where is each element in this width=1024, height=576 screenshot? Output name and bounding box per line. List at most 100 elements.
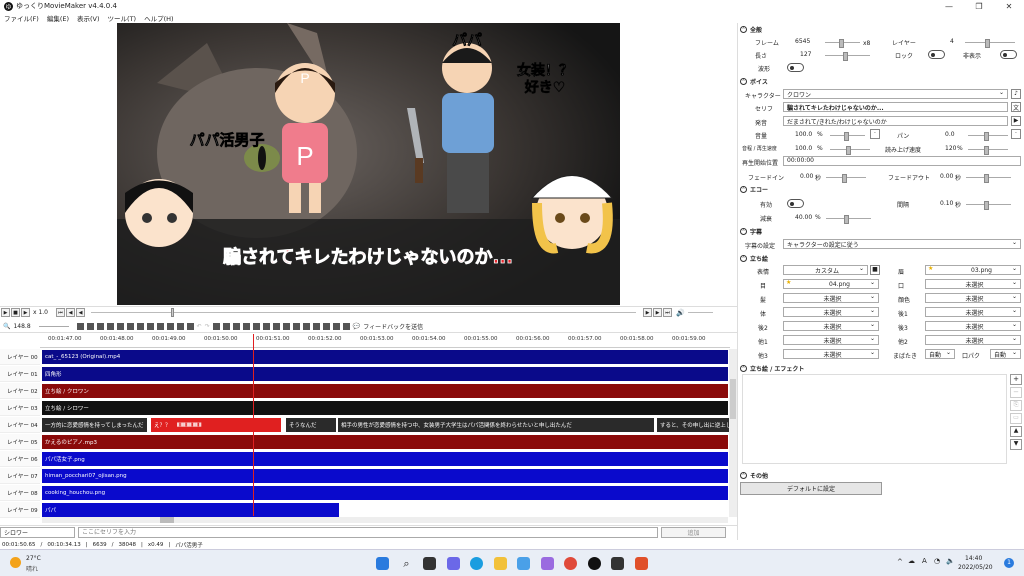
explorer-icon[interactable] xyxy=(494,557,507,570)
voice-play-icon[interactable]: ▶ xyxy=(1011,116,1021,126)
track-video[interactable]: cat_-_65123 (Original).mp4 xyxy=(42,350,728,364)
layer-label[interactable]: レイヤー 05 xyxy=(0,434,40,450)
music-icon[interactable] xyxy=(106,322,114,330)
hide-toggle[interactable] xyxy=(1000,50,1017,59)
track-voice-selected[interactable]: え？？ ▮▯▮▮▯▮▮▯▮▮▯▮ xyxy=(151,418,281,432)
volume-prop-slider[interactable] xyxy=(830,132,865,141)
pan-menu-icon[interactable]: · xyxy=(1011,129,1021,139)
prev-frame-icon[interactable]: ◀ xyxy=(76,308,85,317)
pan-slider[interactable] xyxy=(968,132,1008,141)
film-icon[interactable] xyxy=(611,557,624,570)
volume-icon[interactable]: 🔊 xyxy=(676,309,685,317)
frame-value[interactable]: 6545 xyxy=(795,38,810,45)
fadein-value[interactable]: 0.00 xyxy=(800,173,813,180)
timeline-vscroll[interactable] xyxy=(729,349,737,517)
layer-slider[interactable] xyxy=(965,39,1015,48)
grid-icon[interactable] xyxy=(322,322,330,330)
seek-bar[interactable] xyxy=(91,308,636,317)
next-icon[interactable]: ▶ xyxy=(653,308,662,317)
section-other[interactable]: ⌃ その他 xyxy=(740,471,768,480)
pron-field[interactable]: だまされて/きれた/わけじゃないのか xyxy=(783,116,1008,126)
back3-combo[interactable]: 未選択 xyxy=(925,321,1021,331)
maximize-icon[interactable]: ❐ xyxy=(964,0,994,12)
weather-icon[interactable] xyxy=(10,557,21,568)
layer-label[interactable]: レイヤー 07 xyxy=(0,468,40,484)
paste-icon[interactable] xyxy=(232,322,240,330)
align-icon[interactable] xyxy=(262,322,270,330)
taskview-icon[interactable] xyxy=(423,557,436,570)
track-shape[interactable]: 四角形 xyxy=(42,367,728,381)
text-icon[interactable] xyxy=(76,322,84,330)
eye-star-icon[interactable]: ★ xyxy=(786,279,791,286)
echo-interval-value[interactable]: 0.10 xyxy=(940,200,953,207)
track-tachie-kurowan[interactable]: 立ち絵 / クロワン xyxy=(42,384,728,398)
track-voice[interactable]: 相手の男性が恋愛感情を持つ中、女装男子大学生はパパ活関係を終わらせたいと申し出た… xyxy=(338,418,654,432)
cloud-icon[interactable]: ☁ xyxy=(908,557,915,565)
track-voice[interactable]: そうなんだ xyxy=(286,418,336,432)
copy-effect-icon[interactable]: ⎘ xyxy=(1010,400,1022,411)
play-icon[interactable]: ▶ xyxy=(1,308,10,317)
layer-prop-value[interactable]: 4 xyxy=(950,38,954,45)
brave-icon[interactable] xyxy=(635,557,648,570)
volume-slider[interactable] xyxy=(687,312,713,313)
track-image[interactable]: パパ活女子.png xyxy=(42,452,728,466)
ime-indicator[interactable]: A xyxy=(922,557,927,565)
track-tachie-shirowa[interactable]: 立ち絵 / シロワー xyxy=(42,401,728,415)
brow-star-icon[interactable]: ★ xyxy=(928,265,933,272)
back2-combo[interactable]: 未選択 xyxy=(783,321,879,331)
voice-icon[interactable] xyxy=(86,322,94,330)
start-icon[interactable] xyxy=(376,557,389,570)
search-icon[interactable]: ⌕ xyxy=(400,557,413,570)
serif-edit-icon[interactable]: 文 xyxy=(1011,102,1021,112)
group-icon[interactable] xyxy=(156,322,164,330)
mouth-combo[interactable]: 未選択 xyxy=(925,279,1021,289)
settings-icon[interactable] xyxy=(342,322,350,330)
echo-decay-value[interactable]: 40.00 xyxy=(795,214,812,221)
save-effect-icon[interactable]: ▭ xyxy=(1010,413,1022,424)
chrome-icon[interactable] xyxy=(564,557,577,570)
timeline-hscroll[interactable] xyxy=(42,517,728,523)
video-preview[interactable]: P P パパ活男子 パパ 女装！？好き♡ 騙されてキレたわけじゃないのか... xyxy=(117,23,620,305)
close-icon[interactable]: ✕ xyxy=(994,0,1024,12)
video-icon[interactable] xyxy=(96,322,104,330)
move-down-icon[interactable]: ▼ xyxy=(1010,439,1022,450)
add-effect-icon[interactable]: + xyxy=(1010,374,1022,385)
section-echo[interactable]: ⌃ エコー xyxy=(740,185,768,194)
body-combo[interactable]: 未選択 xyxy=(783,307,879,317)
layer-label[interactable]: レイヤー 08 xyxy=(0,485,40,501)
read-speed-value[interactable]: 120 xyxy=(945,145,956,152)
last-frame-icon[interactable]: ⏭ xyxy=(663,308,672,317)
menu-file[interactable]: ファイル(F) xyxy=(4,13,39,23)
delete-icon[interactable] xyxy=(242,322,250,330)
speaker-icon[interactable]: 🔈 xyxy=(946,557,955,565)
image-icon[interactable] xyxy=(116,322,124,330)
camera-icon[interactable] xyxy=(332,322,340,330)
character-combo[interactable]: クロワン xyxy=(783,89,1008,99)
time-ruler[interactable]: 00:01:47.00 00:01:48.00 00:01:49.00 00:0… xyxy=(40,334,730,348)
serif-field[interactable]: 騙されてキレたわけじゃないのか... xyxy=(783,102,1008,112)
pitch-value[interactable]: 100.0 xyxy=(795,145,812,152)
layer-label[interactable]: レイヤー 03 xyxy=(0,400,40,416)
folder-icon[interactable] xyxy=(312,322,320,330)
lock-toggle[interactable] xyxy=(928,50,945,59)
minimize-icon[interactable]: — xyxy=(934,0,964,12)
fadeout-slider[interactable] xyxy=(966,174,1011,183)
move-up-icon[interactable]: ▲ xyxy=(1010,426,1022,437)
chat-icon[interactable] xyxy=(447,557,460,570)
lock-icon[interactable] xyxy=(252,322,260,330)
length-value[interactable]: 127 xyxy=(800,51,811,58)
other3-combo[interactable]: 未選択 xyxy=(783,349,879,359)
frame-slider[interactable] xyxy=(825,39,860,48)
lipsync-combo[interactable]: 自動 xyxy=(990,349,1021,359)
track-audio[interactable]: かえるのピアノ.mp3 xyxy=(42,435,728,449)
start-pos-field[interactable]: 00:00:00 xyxy=(783,156,1021,166)
zoom-slider[interactable] xyxy=(38,325,69,327)
layer-label[interactable]: レイヤー 06 xyxy=(0,451,40,467)
voice-settings-icon[interactable]: ♪ xyxy=(1011,89,1021,99)
save-icon[interactable] xyxy=(302,322,310,330)
subtitle-setting-combo[interactable]: キャラクターの設定に従う xyxy=(783,239,1021,249)
menu-help[interactable]: ヘルプ(H) xyxy=(144,13,173,23)
move-icon[interactable] xyxy=(282,322,290,330)
section-subtitle[interactable]: ⌃ 字幕 xyxy=(740,227,762,236)
layer-label[interactable]: レイヤー 01 xyxy=(0,366,40,382)
